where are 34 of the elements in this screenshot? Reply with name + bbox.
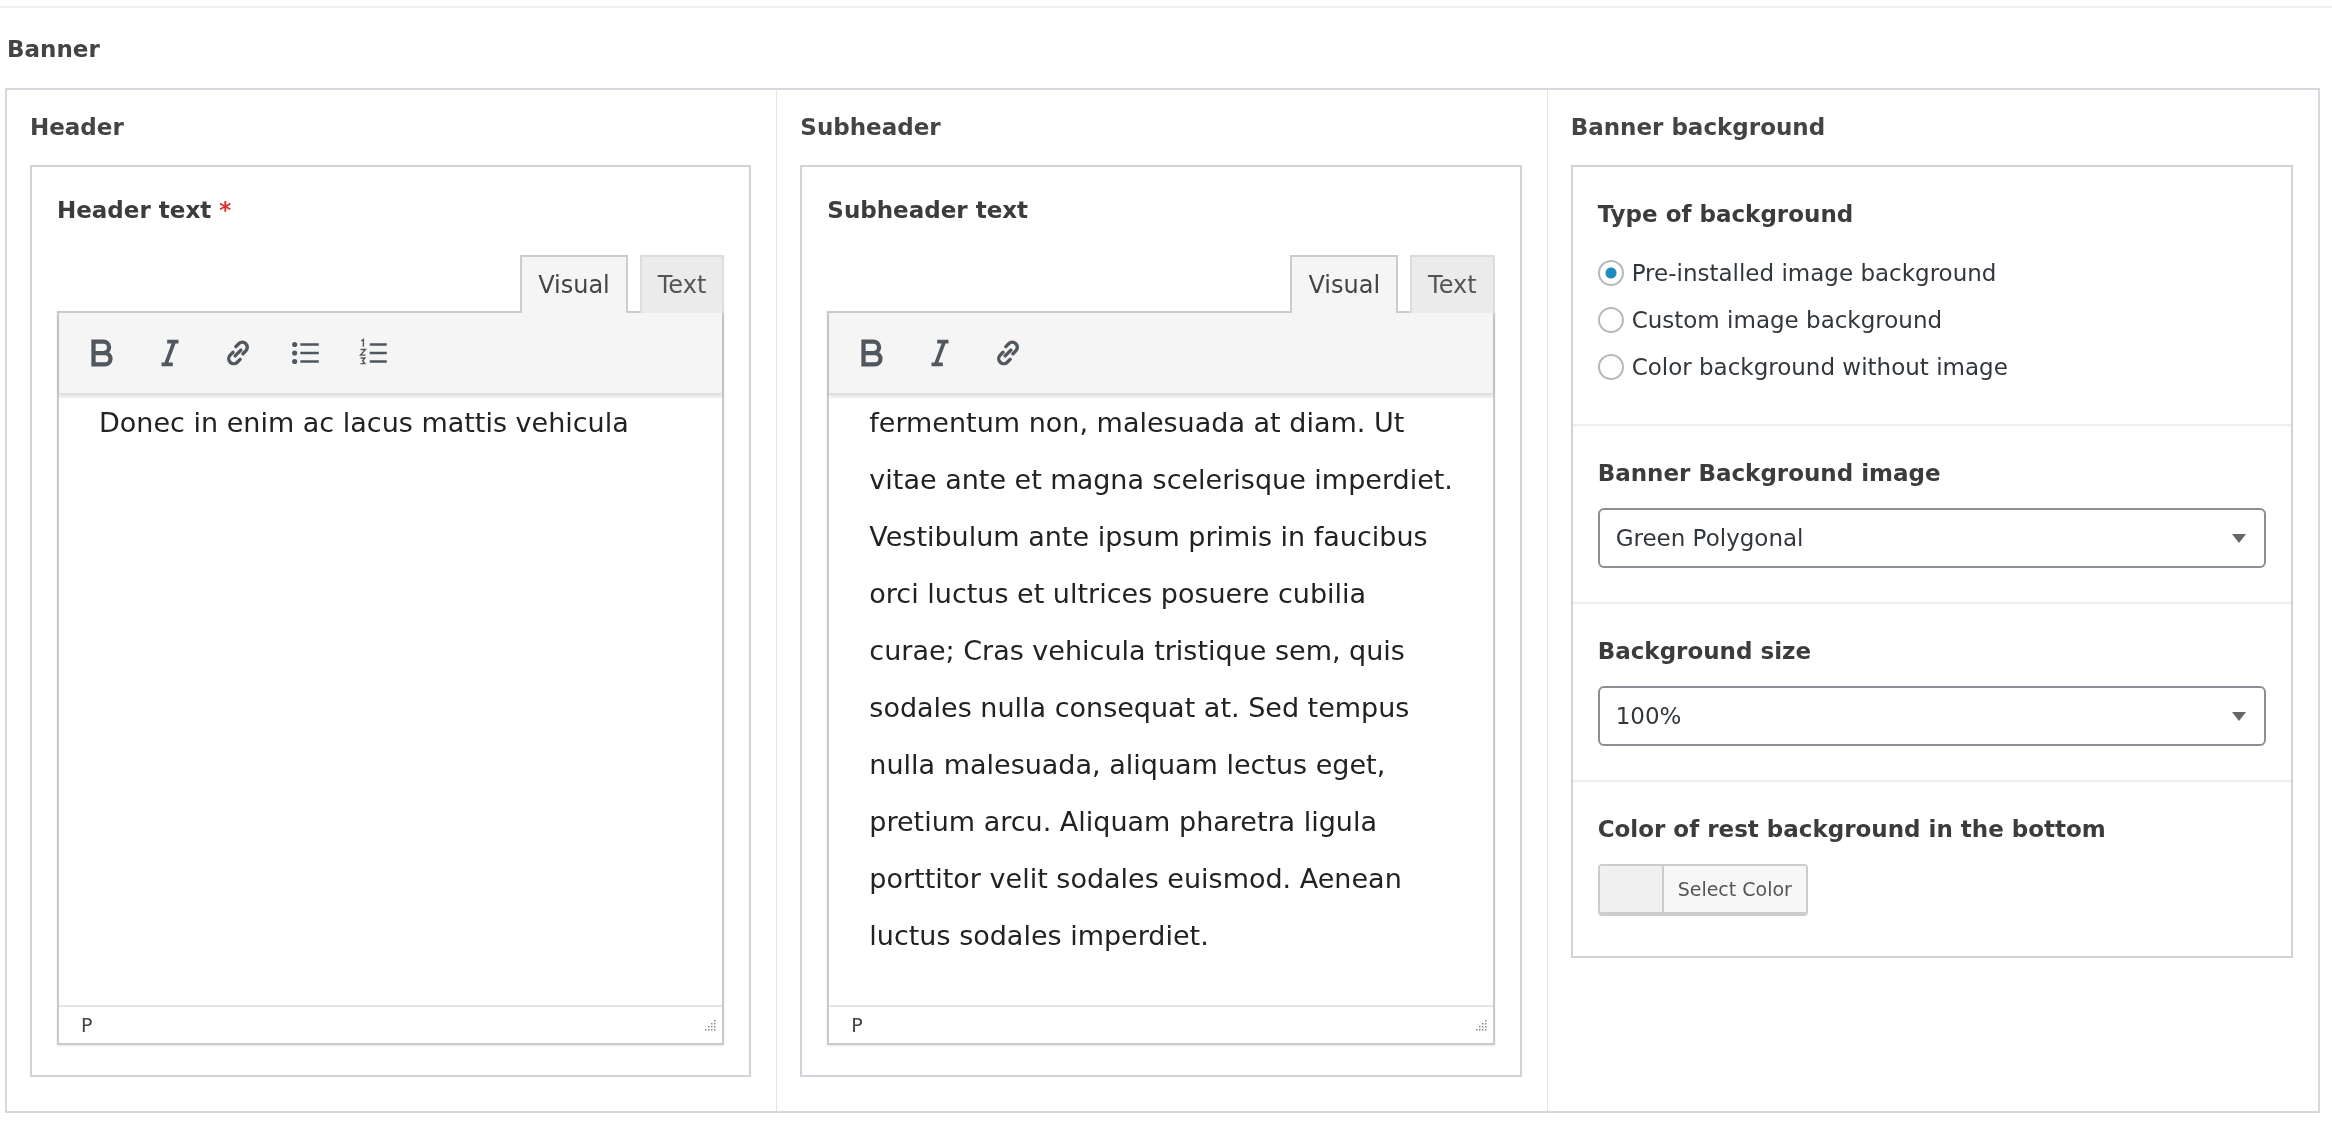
column-title: Banner background — [1570, 114, 1827, 140]
field-label: Header text — [57, 197, 212, 223]
rich-text-editor[interactable]: Donec in enim ac lacus mattis vehicula P — [57, 311, 725, 1045]
radio-label[interactable]: Pre-installed image background — [1631, 259, 1997, 286]
field-label: Banner Background image — [1597, 460, 1942, 486]
field-label: Color of rest background in the bottom — [1597, 816, 2107, 842]
editor-tab[interactable]: Visual — [520, 255, 628, 313]
field-label: Subheader text — [827, 197, 1029, 223]
editor-tab[interactable]: Text — [639, 255, 725, 313]
resize-handle-icon — [702, 1018, 717, 1032]
section-title: Banner — [6, 36, 101, 64]
dropdown[interactable]: 100% — [1597, 686, 2266, 746]
rich-text-editor[interactable] — [827, 311, 1495, 1045]
color-swatch[interactable] — [1599, 866, 1664, 912]
required-mark: * — [219, 197, 232, 223]
editor-tab[interactable]: Visual — [1290, 255, 1399, 313]
editor-tab[interactable]: Text — [1410, 255, 1495, 313]
column-title: Header — [30, 114, 125, 140]
radio-label[interactable]: Color background without image — [1631, 353, 2008, 380]
select-color-button[interactable]: Select Color — [1663, 866, 1806, 912]
radio-button[interactable] — [1597, 259, 1624, 286]
caret-icon — [2230, 710, 2248, 722]
radio-label[interactable]: Custom image background — [1631, 306, 1943, 333]
element-path: P — [851, 1014, 863, 1036]
element-path: P — [81, 1014, 93, 1036]
field-label: Type of background — [1597, 201, 1855, 227]
caret-icon — [2230, 532, 2248, 544]
dropdown[interactable]: Green Polygonal — [1597, 508, 2266, 568]
radio-button[interactable] — [1597, 353, 1624, 380]
editor-text: fermentum non, malesuada at diam. Ut vitae ante et magna scelerisque imperdiet. Vestibulum ante ipsum primis in faucibus orci luctus et ultrices posuere cubilia curae; Cras vehicula tristique sem, quis sodales nulla consequat at. Sed tempus nulla malesuada, aliquam lectus eget, pretium arcu. Aliquam pharetra ligula porttitor velit sodales euismod. Aenean luctus sodales imperdiet. — [869, 406, 1454, 953]
editor-text: Donec in enim ac lacus mattis vehicula — [99, 406, 630, 440]
field-label: Background size — [1597, 638, 1813, 664]
radio-button[interactable] — [1597, 306, 1624, 333]
column-title: Subheader — [800, 114, 942, 140]
